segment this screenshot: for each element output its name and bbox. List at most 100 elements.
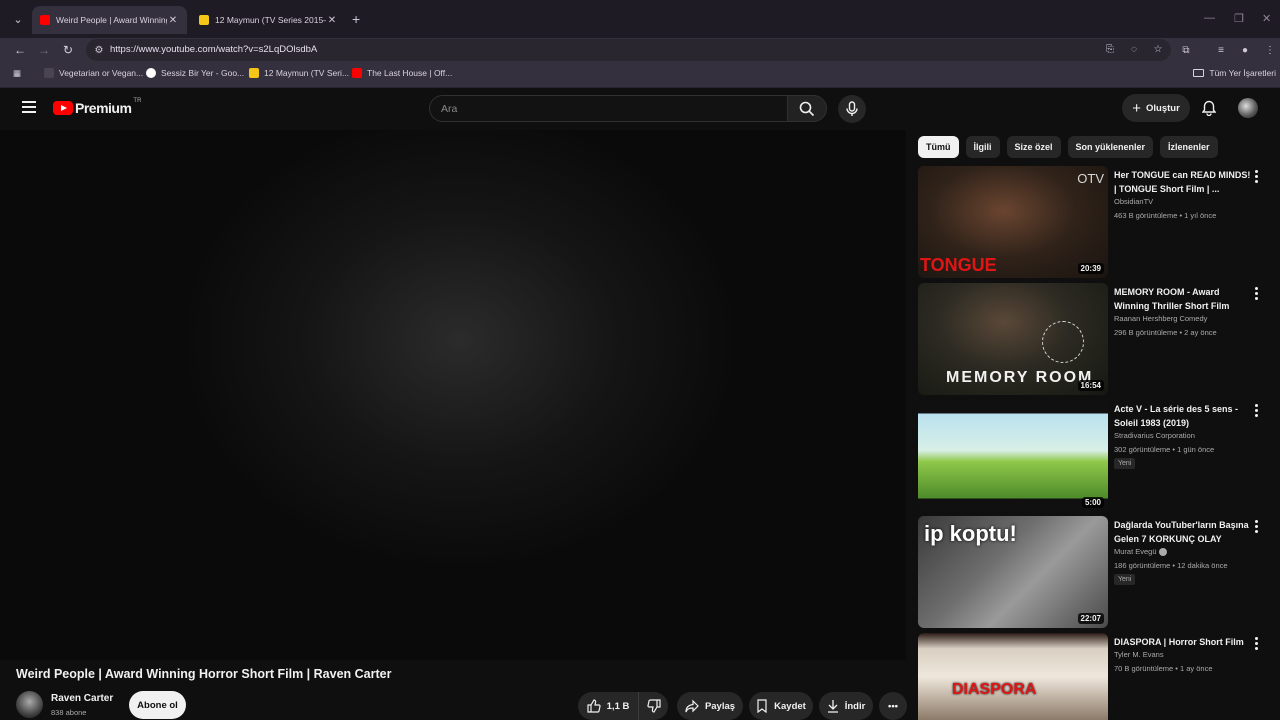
bookmark-item[interactable]: Vegetarian or Vegan...	[44, 68, 143, 78]
channel-name[interactable]: Murat Evegü	[1114, 547, 1167, 557]
video-thumbnail[interactable]: 5:00	[918, 400, 1108, 512]
like-button[interactable]: 1,1 B	[578, 692, 638, 720]
bookmark-label: Vegetarian or Vegan...	[59, 68, 144, 78]
video-title: Weird People | Award Winning Horror Shor…	[16, 667, 392, 681]
channel-name[interactable]: ObsidianTV	[1114, 197, 1153, 206]
chip-recently-uploaded[interactable]: Son yüklenenler	[1067, 136, 1154, 158]
recommended-video[interactable]: TONGUE OTV 20:39 Her TONGUE can READ MIN…	[918, 166, 1268, 278]
channel-name[interactable]: Raven Carter	[51, 693, 113, 704]
channel-name[interactable]: Stradivarius Corporation	[1114, 431, 1195, 440]
video-meta: 296 B görüntüleme • 2 ay önce	[1114, 328, 1217, 337]
video-duration: 22:07	[1077, 613, 1104, 624]
save-button[interactable]: Kaydet	[749, 692, 813, 720]
profile-icon[interactable]: ●	[1237, 42, 1253, 58]
bookmark-star-icon[interactable]: ☆	[1151, 42, 1165, 56]
chip-related[interactable]: İlgili	[965, 136, 1000, 158]
recommended-video[interactable]: DIASPORA DIASPORA | Horror Short Film Ty…	[918, 633, 1268, 720]
bookmarks-bar: ▦ Vegetarian or Vegan... Sessiz Bir Yer …	[0, 62, 1280, 88]
download-icon	[827, 700, 838, 713]
video-meta: 463 B görüntüleme • 1 yıl önce	[1114, 211, 1217, 220]
more-vertical-icon[interactable]	[1255, 520, 1259, 533]
video-title[interactable]: Acte V - La série des 5 sens - Soleil 19…	[1114, 402, 1254, 430]
video-duration: 16:54	[1077, 380, 1104, 391]
dislike-button[interactable]	[638, 692, 668, 720]
recommended-video[interactable]: 5:00 Acte V - La série des 5 sens - Sole…	[918, 400, 1268, 512]
extensions-icon[interactable]: ⧉	[1178, 42, 1194, 58]
video-meta: 70 B görüntüleme • 1 ay önce	[1114, 664, 1213, 673]
video-thumbnail[interactable]: MEMORY ROOM 16:54	[918, 283, 1108, 395]
more-vertical-icon[interactable]	[1255, 404, 1259, 417]
search-input[interactable]: Ara	[429, 95, 787, 122]
recommended-video[interactable]: MEMORY ROOM 16:54 MEMORY ROOM - Award Wi…	[918, 283, 1268, 395]
media-controls-icon[interactable]: ≡	[1213, 42, 1229, 58]
new-tab-icon[interactable]: +	[352, 11, 360, 27]
video-player[interactable]	[0, 130, 906, 660]
bookmark-label: Sessiz Bir Yer - Goo...	[161, 68, 245, 78]
menu-icon[interactable]	[22, 101, 36, 113]
close-window-icon[interactable]: ✕	[1262, 12, 1271, 25]
back-icon[interactable]: ←	[12, 42, 28, 58]
video-duration: 5:00	[1081, 497, 1104, 508]
tab-imdb[interactable]: 12 Maymun (TV Series 2015–20 ✕	[191, 6, 346, 34]
google-icon	[146, 68, 156, 78]
thumbnail-tag: OTV	[1077, 171, 1104, 186]
chip-for-you[interactable]: Size özel	[1006, 136, 1061, 158]
more-vertical-icon[interactable]	[1255, 287, 1259, 300]
bookmark-label: 12 Maymun (TV Seri...	[264, 68, 350, 78]
channel-name[interactable]: Raanan Hershberg Comedy	[1114, 314, 1207, 323]
video-title[interactable]: Her TONGUE can READ MINDS! | TONGUE Shor…	[1114, 168, 1254, 196]
reload-icon[interactable]: ↻	[60, 42, 76, 58]
site-info-icon[interactable]: ⚙	[92, 43, 106, 57]
youtube-premium-logo[interactable]: Premium TR	[53, 98, 141, 116]
more-vertical-icon[interactable]	[1255, 170, 1259, 183]
download-button[interactable]: İndir	[819, 692, 873, 720]
tab-youtube[interactable]: Weird People | Award Winning ✕	[32, 6, 187, 34]
site-icon	[44, 68, 54, 78]
create-button[interactable]: + Oluştur	[1122, 94, 1190, 122]
search-button[interactable]	[787, 95, 827, 122]
save-label: Kaydet	[774, 700, 806, 712]
all-bookmarks[interactable]: Tüm Yer İşaretleri	[1193, 68, 1276, 78]
browser-menu-icon[interactable]: ⋮	[1262, 42, 1278, 58]
close-tab-icon[interactable]: ✕	[167, 15, 179, 26]
channel-name[interactable]: Tyler M. Evans	[1114, 650, 1164, 659]
microphone-icon	[846, 101, 858, 116]
share-button[interactable]: Paylaş	[677, 692, 743, 720]
video-title[interactable]: DIASPORA | Horror Short Film	[1114, 635, 1254, 649]
forward-icon[interactable]: →	[36, 42, 52, 58]
notifications-button[interactable]	[1199, 98, 1219, 118]
apps-icon[interactable]: ▦	[13, 68, 21, 79]
address-bar[interactable]: ⚙ https://www.youtube.com/watch?v=s2LqDO…	[86, 39, 1171, 61]
bookmark-item[interactable]: Sessiz Bir Yer - Goo...	[146, 68, 244, 78]
channel-avatar[interactable]	[16, 691, 43, 718]
install-app-icon[interactable]: ⎘	[1103, 42, 1117, 56]
more-vertical-icon[interactable]	[1255, 637, 1259, 650]
url-text[interactable]: https://www.youtube.com/watch?v=s2LqDOls…	[110, 44, 317, 55]
video-thumbnail[interactable]: DIASPORA	[918, 633, 1108, 720]
verified-icon	[1158, 548, 1167, 557]
filter-chips: Tümü İlgili Size özel Son yüklenenler İz…	[918, 136, 1218, 158]
minimize-icon[interactable]: —	[1204, 12, 1215, 24]
thumbnail-text: TONGUE	[920, 255, 997, 275]
video-title[interactable]: Dağlarda YouTuber'ların Başına Gelen 7 K…	[1114, 518, 1254, 546]
maximize-icon[interactable]: ❐	[1234, 12, 1244, 25]
plus-icon: +	[1132, 99, 1141, 117]
bell-icon	[1202, 100, 1216, 116]
tab-search-icon[interactable]: ⌄	[8, 9, 28, 29]
video-title[interactable]: MEMORY ROOM - Award Winning Thriller Sho…	[1114, 285, 1254, 313]
chip-all[interactable]: Tümü	[918, 136, 959, 158]
logo-text: Premium	[75, 100, 132, 116]
account-avatar[interactable]	[1238, 98, 1258, 118]
more-actions-button[interactable]: •••	[879, 692, 907, 720]
subscribe-button[interactable]: Abone ol	[129, 691, 186, 719]
recommended-video[interactable]: ip koptu! 22:07 Dağlarda YouTuber'ların …	[918, 516, 1268, 628]
chip-watched[interactable]: İzlenenler	[1160, 136, 1218, 158]
close-tab-icon[interactable]: ✕	[326, 15, 338, 26]
bookmark-item[interactable]: The Last House | Off...	[352, 68, 452, 78]
youtube-play-icon	[53, 101, 73, 115]
video-thumbnail[interactable]: ip koptu! 22:07	[918, 516, 1108, 628]
voice-search-button[interactable]	[838, 95, 866, 123]
video-thumbnail[interactable]: TONGUE OTV 20:39	[918, 166, 1108, 278]
bookmark-item[interactable]: 12 Maymun (TV Seri...	[249, 68, 349, 78]
eye-off-icon[interactable]: ◌	[1127, 42, 1141, 56]
